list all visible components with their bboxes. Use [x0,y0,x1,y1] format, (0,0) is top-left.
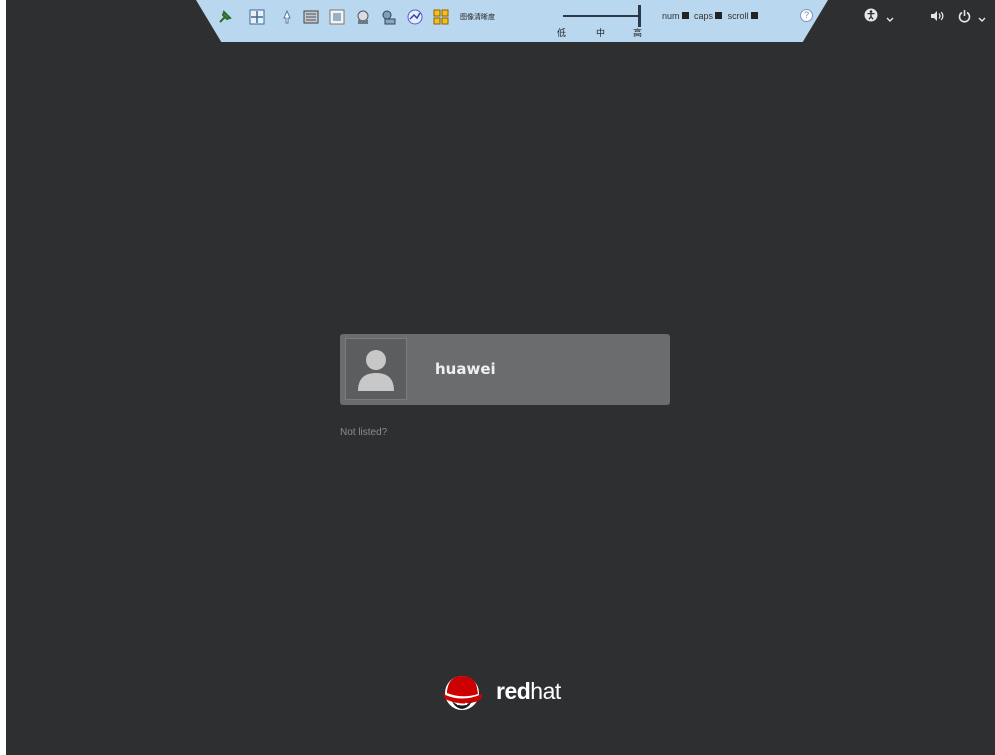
accessibility-dropdown-arrow[interactable] [886,12,894,27]
accessibility-icon [864,8,878,22]
quality-slider-track[interactable] [563,15,641,17]
performance-icon[interactable] [406,8,424,26]
screenshot-icon[interactable] [328,8,346,26]
disk-icon[interactable] [354,8,372,26]
help-icon[interactable]: ? [800,9,813,22]
image-quality-label: 图像清晰度 [460,13,495,21]
remote-console-toolbar [196,0,828,42]
user-icon [358,350,394,391]
accessibility-menu[interactable] [864,8,878,26]
slider-tick-low: 低 [557,29,567,39]
login-screen: 图像清晰度 低 中 高 num caps scroll ? huawei Not… [6,0,995,755]
redhat-logo-icon [443,676,483,710]
redhat-logo: redhat [438,668,588,718]
fullscreen-icon[interactable] [248,8,266,26]
mouse-icon[interactable] [278,8,296,26]
scroll-lock-label: scroll [727,11,749,21]
quality-slider-thumb[interactable] [638,5,641,27]
chevron-down-icon [886,17,894,22]
power-icon [958,10,971,23]
caps-lock-indicator [715,12,723,19]
username-label: huawei [435,360,496,378]
redhat-wordmark: redhat [496,678,561,704]
grid-icon[interactable] [432,8,450,26]
power-dropdown-arrow[interactable] [978,12,986,27]
caps-lock-label: caps [694,11,714,21]
slider-tick-mid: 中 [596,29,606,39]
keyboard-icon[interactable] [302,8,320,26]
not-listed-link[interactable]: Not listed? [340,427,387,438]
volume-indicator[interactable] [930,10,946,26]
user-list-item[interactable]: huawei [340,334,670,405]
chevron-down-icon [978,17,986,22]
slider-tick-high: 高 [633,29,643,39]
num-lock-label: num [662,11,680,21]
power-menu[interactable] [958,9,971,27]
num-lock-indicator [681,12,689,19]
avatar [345,338,407,400]
connect-icon[interactable] [380,8,398,26]
scroll-lock-indicator [750,12,758,19]
lock-key-status: num caps scroll [662,11,761,21]
pin-icon[interactable] [216,8,234,26]
volume-icon [931,11,944,21]
